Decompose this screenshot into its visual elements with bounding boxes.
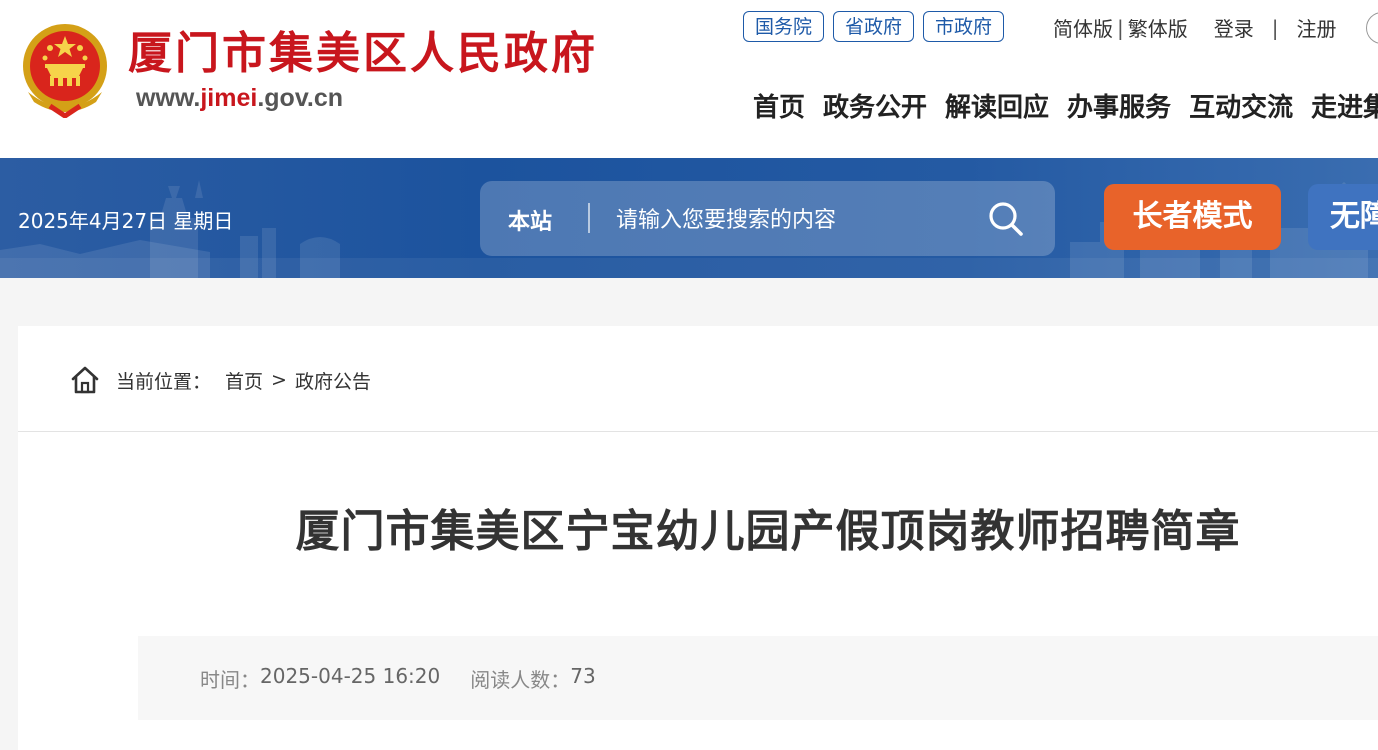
national-emblem-icon [23, 24, 107, 118]
publish-time-label: 时间： [200, 668, 260, 692]
nav-interaction[interactable]: 互动交流 [1189, 88, 1293, 128]
breadcrumb-divider [18, 431, 1378, 432]
breadcrumb-separator: > [271, 369, 287, 391]
nav-services[interactable]: 办事服务 [1067, 88, 1171, 128]
register-link[interactable]: 注册 [1297, 13, 1337, 42]
nav-home[interactable]: 首页 [753, 88, 805, 128]
search-divider [588, 203, 590, 233]
breadcrumb-home[interactable]: 首页 [225, 367, 263, 394]
breadcrumb-gov-notices[interactable]: 政府公告 [295, 367, 371, 394]
breadcrumb-label: 当前位置： [116, 370, 212, 393]
search-box: 本站 [480, 181, 1055, 256]
nav-interpretation[interactable]: 解读回应 [945, 88, 1049, 128]
user-center-button[interactable] [1366, 12, 1378, 44]
site-header: 厦门市集美区人民政府 www.jimei.gov.cn 国务院 省政府 市政府 … [0, 0, 1378, 158]
top-utility-links: 简体版 | 繁体版 登录 | 注册 [1053, 13, 1337, 42]
search-scope-select[interactable]: 本站 [508, 204, 552, 236]
gov-link-province[interactable]: 省政府 [833, 11, 915, 42]
publish-time-value: 2025-04-25 16:20 [260, 664, 441, 688]
search-icon[interactable] [985, 198, 1027, 240]
lang-separator: | [1117, 15, 1124, 40]
traditional-chinese-link[interactable]: 繁体版 [1128, 13, 1188, 42]
read-count-label: 阅读人数： [470, 668, 571, 692]
main-nav: 首页 政务公开 解读回应 办事服务 互动交流 走进集美 [753, 88, 1378, 128]
gov-link-state-council[interactable]: 国务院 [743, 11, 825, 42]
current-date: 2025年4月27日 星期日 [18, 209, 234, 233]
site-title: 厦门市集美区人民政府 [128, 28, 598, 79]
login-link[interactable]: 登录 [1214, 13, 1254, 42]
simplified-chinese-link[interactable]: 简体版 [1053, 13, 1113, 42]
elder-mode-button[interactable]: 长者模式 [1104, 184, 1281, 250]
nav-about-jimei[interactable]: 走进集美 [1311, 88, 1378, 128]
breadcrumb: 当前位置： 首页 > 政府公告 [70, 364, 371, 396]
gov-link-city[interactable]: 市政府 [923, 11, 1005, 42]
search-banner: 2025年4月27日 星期日 本站 长者模式 无障碍 [0, 158, 1378, 278]
article-meta-bar: 时间： 2025-04-25 16:20 阅读人数： 73 [138, 636, 1378, 720]
home-icon [71, 366, 99, 394]
article-meta: 时间： 2025-04-25 16:20 阅读人数： 73 [200, 664, 596, 693]
auth-separator: | [1271, 15, 1279, 40]
read-count-value: 73 [570, 664, 596, 688]
gov-links: 国务院 省政府 市政府 [743, 11, 1005, 42]
article-title: 厦门市集美区宁宝幼儿园产假顶岗教师招聘简章 [295, 506, 1241, 557]
site-url: www.jimei.gov.cn [136, 84, 344, 112]
article-panel: 当前位置： 首页 > 政府公告 厦门市集美区宁宝幼儿园产假顶岗教师招聘简章 时间… [18, 326, 1378, 750]
nav-gov-affairs[interactable]: 政务公开 [823, 88, 927, 128]
accessibility-button[interactable]: 无障碍 [1308, 184, 1378, 250]
search-input[interactable] [614, 199, 958, 241]
